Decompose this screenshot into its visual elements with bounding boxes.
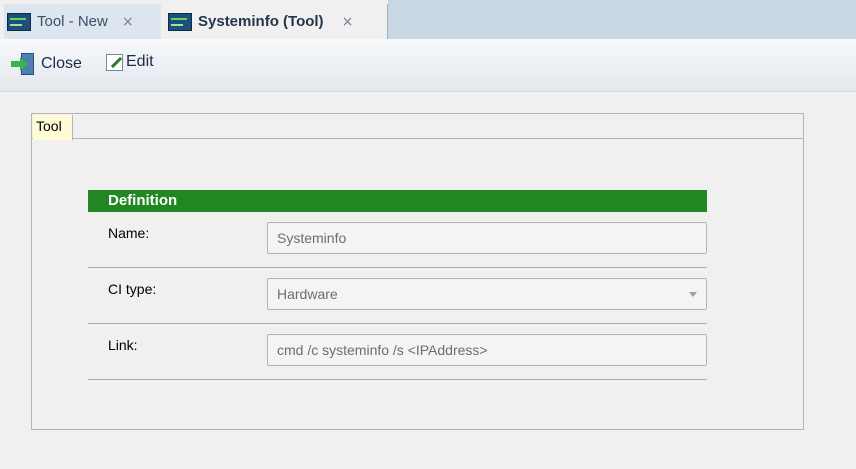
tab-tool-new[interactable]: Tool - New × [4,4,161,39]
ci-type-value: Hardware [277,286,338,302]
edit-button-label: Edit [126,53,154,70]
tab-systeminfo-tool[interactable]: Systeminfo (Tool) × [165,4,388,39]
close-tab-icon[interactable]: × [122,14,134,30]
definition-section-header: Definition [88,190,707,212]
close-button[interactable]: Close [10,53,82,75]
tool-icon [7,12,31,31]
tab-strip-background [388,0,856,39]
document-tab-strip: Tool - New × Systeminfo (Tool) × [0,0,856,39]
name-field[interactable]: Systeminfo [267,222,707,254]
close-tab-icon[interactable]: × [342,14,354,30]
name-label: Name: [108,225,150,241]
edit-pencil-icon [106,53,123,71]
tool-icon [168,12,192,31]
tab-label: Tool - New [37,13,108,30]
link-label: Link: [108,337,138,353]
tab-label: Systeminfo (Tool) [198,13,324,30]
tab-tool[interactable]: Tool [33,115,73,140]
edit-button[interactable]: Edit [106,53,154,71]
chevron-down-icon[interactable] [689,292,697,297]
ci-type-row: CI type: Hardware [88,268,707,324]
panel-tab-bar [31,113,804,139]
name-row: Name: Systeminfo [88,212,707,268]
ci-type-label: CI type: [108,281,157,297]
link-row: Link: cmd /c systeminfo /s <IPAddress> [88,324,707,380]
link-field[interactable]: cmd /c systeminfo /s <IPAddress> [267,334,707,366]
toolbar: Close Edit [0,39,856,92]
close-button-label: Close [41,55,82,72]
exit-door-icon [10,53,36,75]
ci-type-select[interactable]: Hardware [267,278,707,310]
